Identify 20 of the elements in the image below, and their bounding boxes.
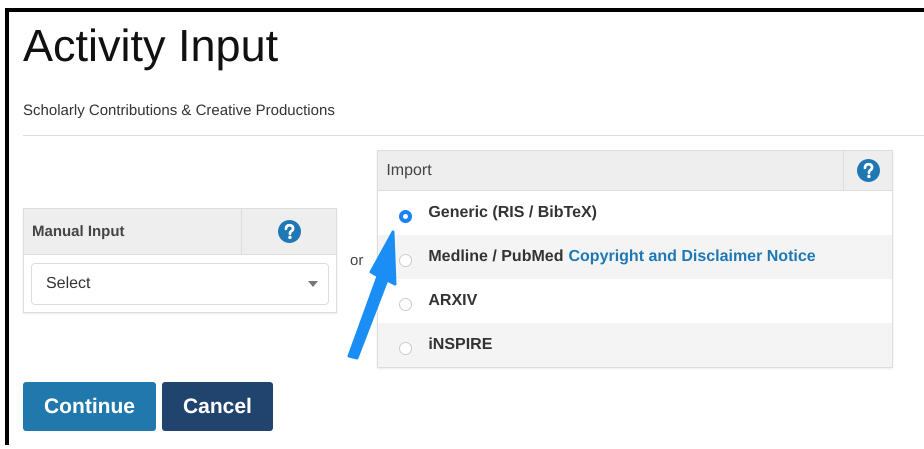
cancel-button[interactable]: Cancel xyxy=(162,382,273,431)
help-icon[interactable] xyxy=(856,159,880,182)
radio-button[interactable] xyxy=(399,342,412,354)
disclaimer-link[interactable]: Copyright and Disclaimer Notice xyxy=(568,248,816,266)
select-dropdown[interactable]: Select xyxy=(31,263,329,305)
or-label: or xyxy=(350,252,364,269)
page-subtitle: Scholarly Contributions & Creative Productions xyxy=(23,102,336,119)
panel-title: Manual Input xyxy=(31,222,126,242)
option-label: ARXIV xyxy=(428,292,478,310)
radio-button[interactable] xyxy=(399,210,412,222)
caret-icon xyxy=(308,281,318,287)
continue-button[interactable]: Continue xyxy=(23,382,156,431)
option-label: Medline / PubMed xyxy=(428,248,564,266)
option-label: Generic (RIS / BibTeX) xyxy=(428,204,597,222)
help-icon[interactable] xyxy=(278,220,300,243)
option-label: iNSPIRE xyxy=(428,336,492,354)
radio-button[interactable] xyxy=(399,298,412,310)
radio-button[interactable] xyxy=(399,254,412,266)
page-title: Activity Input xyxy=(23,20,280,72)
panel-title: Import xyxy=(385,160,433,180)
